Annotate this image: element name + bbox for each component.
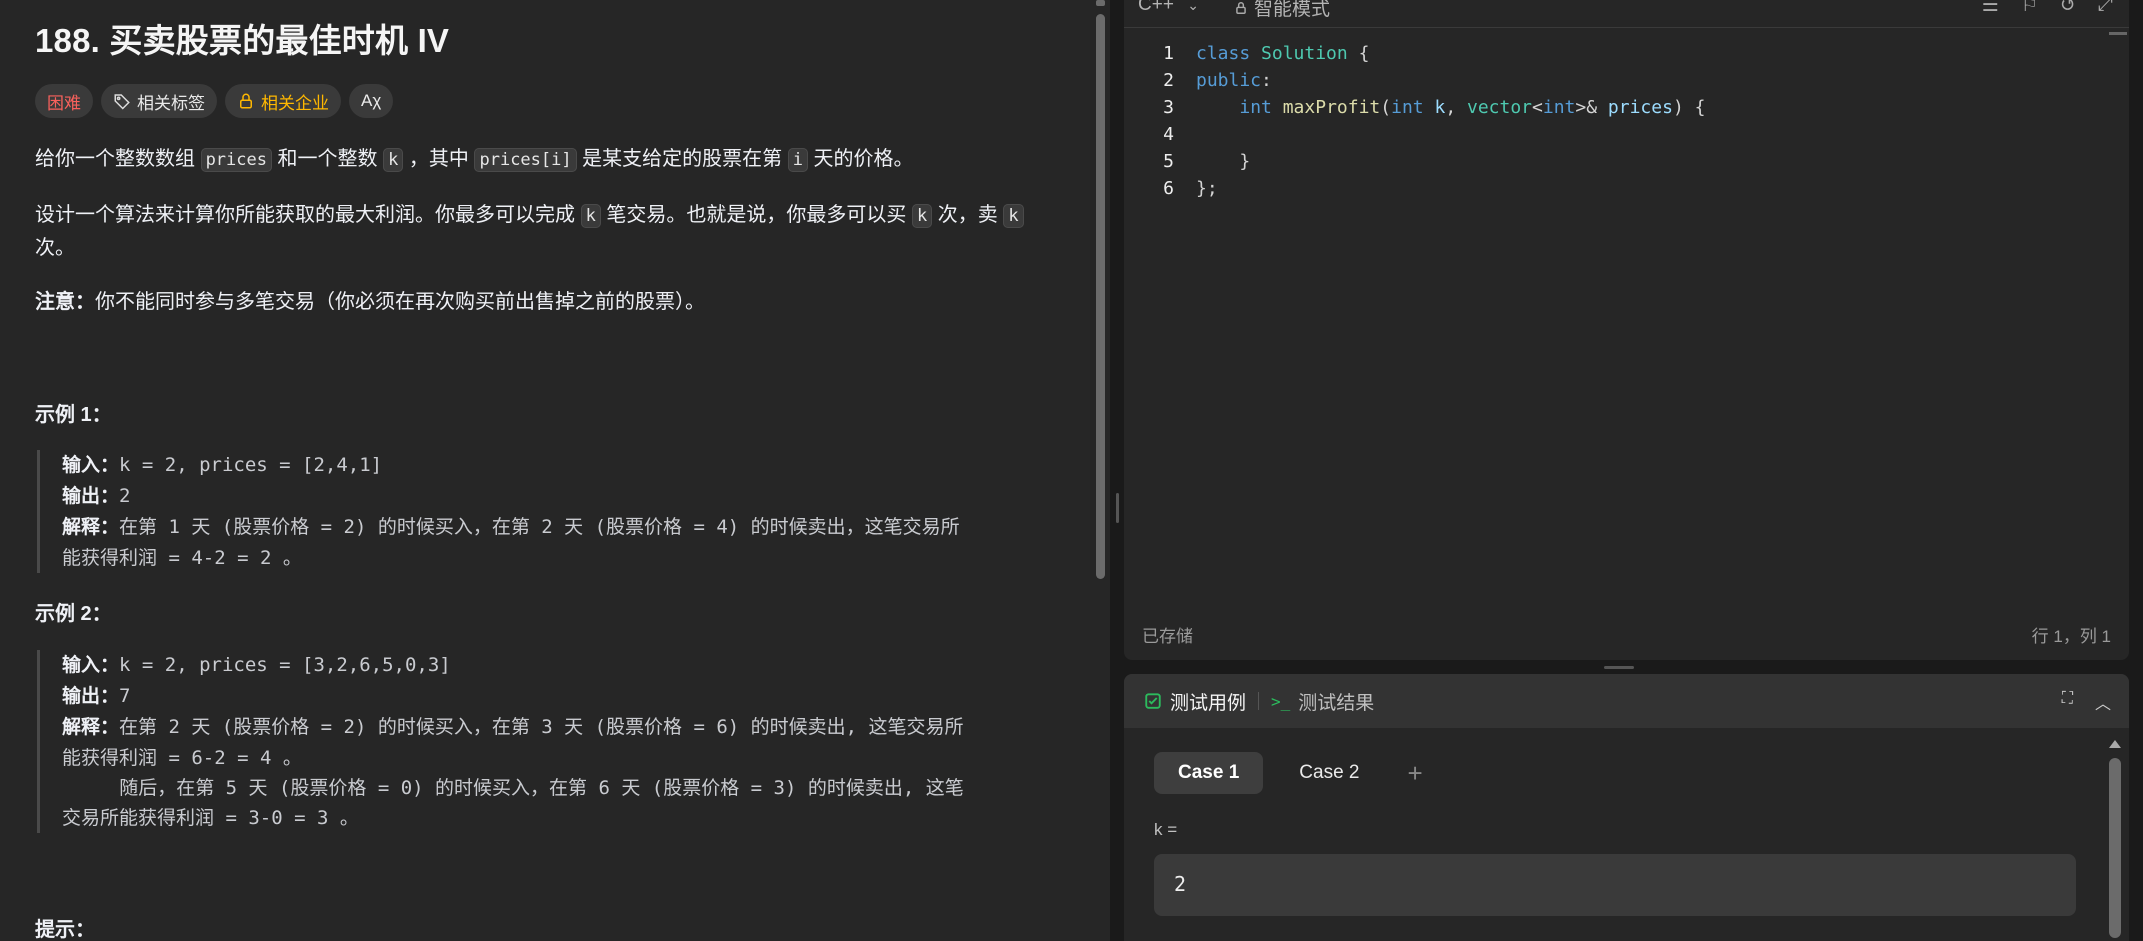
splitter-grip[interactable]: [1116, 493, 1119, 523]
example-2-output: 7: [119, 685, 131, 707]
hints-title: 提示：: [35, 919, 95, 941]
horizontal-splitter[interactable]: [1604, 666, 1634, 669]
code-line: 4: [1163, 124, 1174, 145]
problem-title: 188. 买卖股票的最佳时机 IV: [35, 22, 450, 59]
problem-panel: 188. 买卖股票的最佳时机 IV 困难 相关标签 相关企业 Aχ 给你一个整数…: [0, 0, 1110, 941]
problem-scrollbar[interactable]: [1094, 0, 1106, 941]
code-area[interactable]: 1 class Solution { 2 public: 3 int maxPr…: [1124, 40, 1705, 202]
editor-status-bar: 已存储 行 1，列 1: [1142, 622, 2111, 647]
smart-mode-toggle[interactable]: 智能模式: [1234, 0, 1330, 21]
scrollbar-thumb[interactable]: [2109, 758, 2121, 938]
add-case-button[interactable]: +: [1395, 758, 1434, 789]
chevron-down-icon: ⌄: [1187, 0, 1199, 13]
description-p1: 给你一个整数数组 prices 和一个整数 k ，其中 prices[i] 是某…: [35, 148, 914, 172]
tab-test-results[interactable]: >_ 测试结果: [1259, 688, 1374, 715]
k-label: k =: [1154, 820, 1178, 839]
example-2-title: 示例 2：: [35, 603, 112, 625]
related-tags-label: 相关标签: [137, 93, 205, 113]
testcase-header: 测试用例 >_ 测试结果 ⛶ ︿: [1124, 674, 2129, 728]
related-companies-label: 相关企业: [261, 93, 329, 113]
format-icon[interactable]: ☰: [1982, 0, 1999, 17]
example-1-title: 示例 1：: [35, 404, 112, 426]
tab-testcases[interactable]: 测试用例: [1124, 688, 1246, 715]
scroll-up-arrow[interactable]: [2109, 740, 2121, 748]
testcase-header-actions: ⛶ ︿: [2062, 690, 2111, 714]
tag-icon: [114, 94, 130, 110]
code-line: 6 };: [1163, 178, 1218, 199]
expand-icon[interactable]: ⤢: [2098, 0, 2113, 17]
terminal-icon: >_: [1271, 691, 1291, 711]
editor-scrollbar[interactable]: [2109, 32, 2129, 39]
cursor-position: 行 1，列 1: [2031, 627, 2111, 646]
code-line: 5 }: [1163, 151, 1251, 172]
description-p2: 设计一个算法来计算你所能获取的最大利润。你最多可以完成 k 笔交易。也就是说，你…: [35, 199, 1065, 264]
bookmark-icon[interactable]: ⚐: [2021, 0, 2038, 17]
code-line: 1 class Solution {: [1163, 43, 1370, 64]
vertical-splitter[interactable]: [1110, 0, 1124, 941]
code-line: 2 public:: [1163, 70, 1272, 91]
note-label: 注意：: [35, 291, 95, 313]
saved-status: 已存储: [1142, 627, 1193, 646]
editor-toolbar: ☰ ⚐ ↺ ⤢: [1982, 0, 2113, 17]
checkbox-icon: [1145, 693, 1161, 709]
difficulty-badge[interactable]: 困难: [35, 84, 93, 118]
reset-icon[interactable]: ↺: [2060, 0, 2076, 17]
tag-row: 困难 相关标签 相关企业 Aχ: [35, 84, 394, 118]
translate-icon: Aχ: [361, 91, 382, 110]
example-2-block: 输入：k = 2, prices = [3,2,6,5,0,3] 输出：7 解释…: [37, 650, 1067, 833]
example-1-input: k = 2, prices = [2,4,1]: [119, 454, 383, 476]
language-select[interactable]: C++ ⌄: [1138, 0, 1199, 16]
case-2-tab[interactable]: Case 2: [1275, 752, 1383, 794]
right-pane: C++ ⌄ 智能模式 ☰ ⚐ ↺ ⤢ 1 class Solution { 2: [1124, 0, 2129, 941]
testcase-panel: 测试用例 >_ 测试结果 ⛶ ︿ Case 1 Case 2 + k = 2: [1124, 674, 2129, 941]
example-1-block: 输入：k = 2, prices = [2,4,1] 输出：2 解释：在第 1 …: [37, 450, 1067, 573]
related-tags-button[interactable]: 相关标签: [101, 84, 217, 118]
k-input[interactable]: 2: [1154, 854, 2076, 916]
case-1-tab[interactable]: Case 1: [1154, 752, 1264, 794]
scroll-up-arrow[interactable]: [1096, 0, 1105, 6]
lock-icon: [240, 93, 252, 109]
scrollbar-thumb[interactable]: [1096, 14, 1105, 579]
translate-button[interactable]: Aχ: [349, 84, 394, 118]
collapse-icon[interactable]: ︿: [2095, 690, 2111, 714]
note-paragraph: 注意：你不能同时参与多笔交易（你必须在再次购买前出售掉之前的股票）。: [35, 286, 1065, 318]
editor-header: C++ ⌄ 智能模式 ☰ ⚐ ↺ ⤢: [1124, 0, 2129, 28]
case-tabs: Case 1 Case 2 +: [1154, 752, 1435, 794]
code-editor[interactable]: C++ ⌄ 智能模式 ☰ ⚐ ↺ ⤢ 1 class Solution { 2: [1124, 0, 2129, 660]
example-1-output: 2: [119, 485, 131, 507]
example-2-input: k = 2, prices = [3,2,6,5,0,3]: [119, 654, 451, 676]
fullscreen-icon[interactable]: ⛶: [2062, 690, 2073, 714]
testcase-scrollbar[interactable]: [2109, 740, 2121, 940]
related-companies-button[interactable]: 相关企业: [225, 84, 341, 118]
lock-icon: [1236, 1, 1246, 14]
code-line: 3 int maxProfit(int k, vector<int>& pric…: [1163, 97, 1706, 118]
note-text: 你不能同时参与多笔交易（你必须在再次购买前出售掉之前的股票）。: [95, 291, 705, 313]
